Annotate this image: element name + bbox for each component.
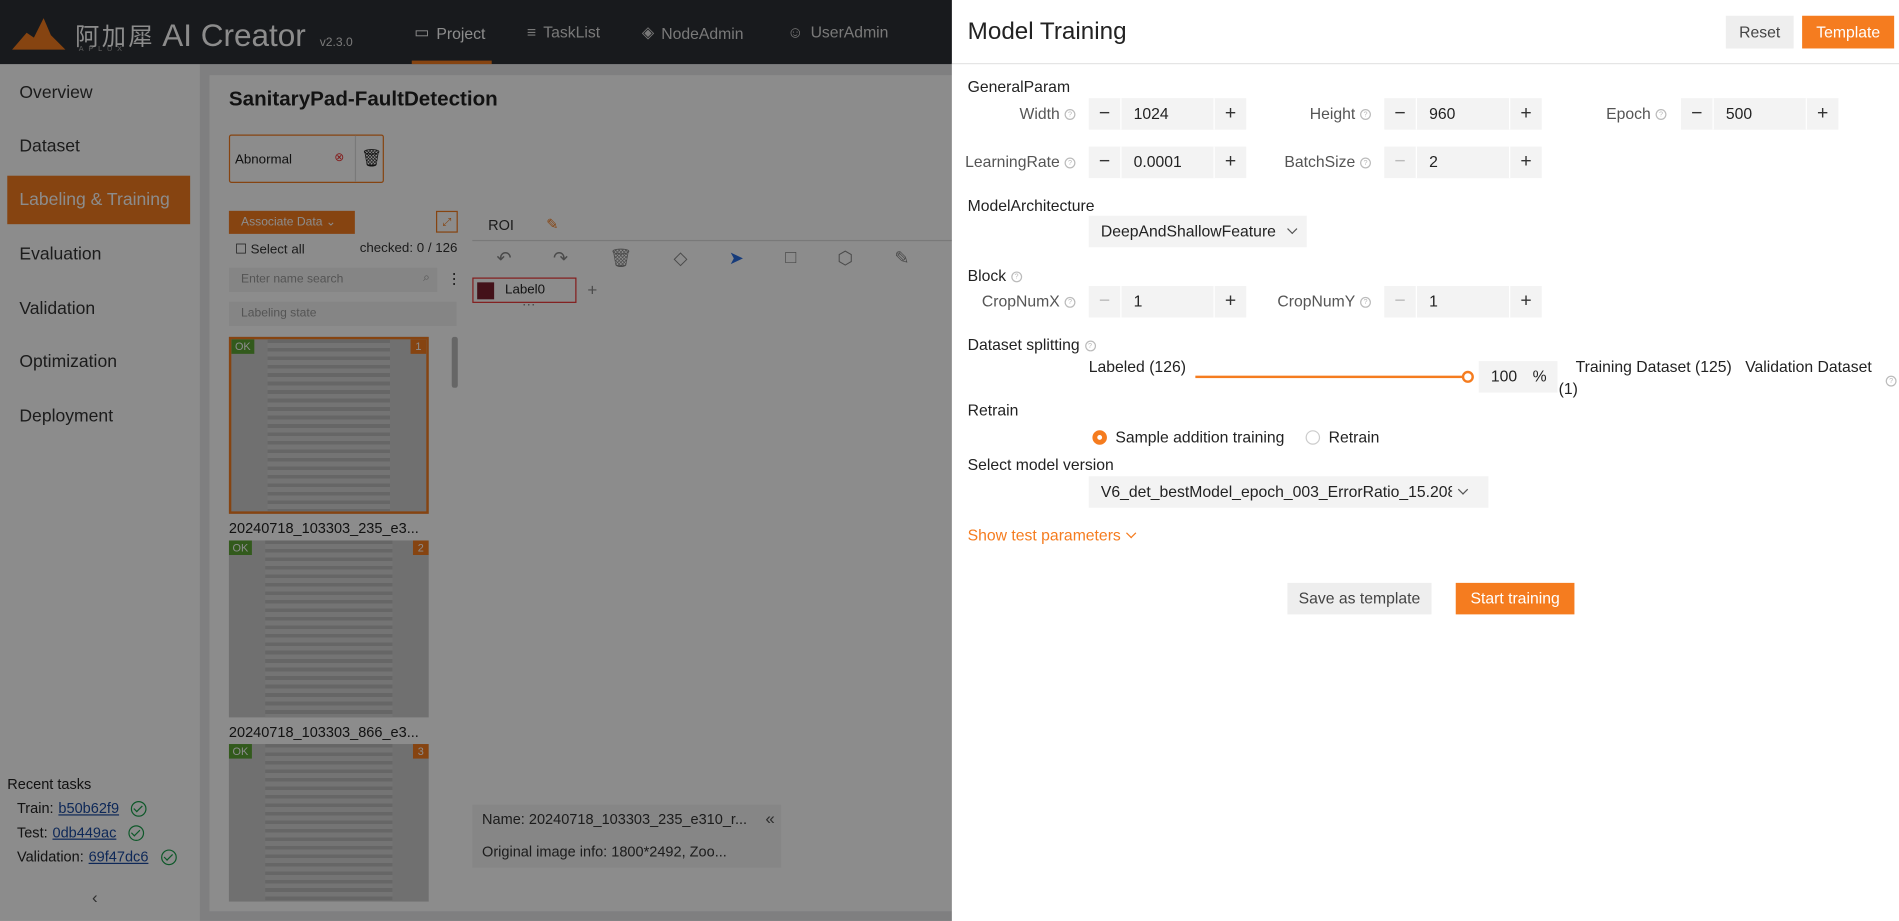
help-icon: ? bbox=[1064, 296, 1076, 308]
retrain-radio[interactable]: Retrain bbox=[1305, 428, 1379, 446]
cropnumx-value[interactable]: 1 bbox=[1120, 285, 1215, 318]
learning-rate-stepper[interactable]: −0.0001 + bbox=[1088, 146, 1247, 179]
block-heading: Block? bbox=[968, 267, 1022, 285]
show-test-parameters-link[interactable]: Show test parameters bbox=[968, 526, 1137, 544]
plus-icon[interactable]: + bbox=[1215, 103, 1246, 125]
plus-icon[interactable]: + bbox=[1510, 151, 1541, 173]
model-architecture-heading: ModelArchitecture bbox=[967, 196, 1095, 215]
template-button[interactable]: Template bbox=[1802, 15, 1895, 49]
width-value[interactable]: 1024 bbox=[1120, 98, 1215, 130]
split-value[interactable]: 100 bbox=[1491, 367, 1517, 385]
chevron-down-icon bbox=[1457, 484, 1469, 495]
help-icon: ? bbox=[1360, 109, 1371, 121]
minus-icon[interactable]: − bbox=[1384, 291, 1415, 313]
help-icon: ? bbox=[1360, 157, 1371, 169]
minus-icon[interactable]: − bbox=[1384, 103, 1415, 125]
plus-icon[interactable]: + bbox=[1215, 291, 1246, 313]
dataset-splitting-heading: Dataset splitting? bbox=[968, 336, 1096, 354]
width-label: Width? bbox=[969, 104, 1076, 122]
modal-overlay[interactable] bbox=[0, 0, 952, 921]
help-icon: ? bbox=[1064, 157, 1076, 169]
minus-icon[interactable]: − bbox=[1089, 151, 1120, 173]
height-stepper[interactable]: −960 + bbox=[1384, 98, 1542, 130]
select-model-version-heading: Select model version bbox=[967, 455, 1114, 474]
labeled-count: Labeled (126) bbox=[1088, 357, 1186, 376]
validation-dataset-count: (1) bbox=[1558, 379, 1578, 398]
cropnumx-stepper[interactable]: −1 + bbox=[1088, 285, 1247, 318]
cropnumx-label: CropNumX? bbox=[957, 292, 1076, 310]
retrain-heading: Retrain bbox=[967, 401, 1019, 420]
split-input[interactable]: 100% bbox=[1478, 361, 1558, 393]
general-param-heading: GeneralParam bbox=[967, 77, 1071, 96]
start-training-button[interactable]: Start training bbox=[1455, 582, 1575, 615]
help-icon: ? bbox=[1360, 296, 1371, 308]
minus-icon[interactable]: − bbox=[1089, 103, 1120, 125]
split-unit: % bbox=[1532, 367, 1547, 386]
plus-icon[interactable]: + bbox=[1807, 103, 1838, 125]
minus-icon[interactable]: − bbox=[1384, 151, 1415, 173]
help-icon: ? bbox=[1881, 370, 1897, 389]
height-label: Height? bbox=[1260, 104, 1371, 122]
help-icon: ? bbox=[1064, 109, 1076, 121]
split-slider-handle[interactable] bbox=[1461, 370, 1474, 383]
panel-title: Model Training bbox=[967, 18, 1127, 45]
training-dataset-count: Training Dataset (125) bbox=[1575, 357, 1732, 376]
cropnumy-stepper[interactable]: −1 + bbox=[1384, 285, 1542, 318]
epoch-stepper[interactable]: −500 + bbox=[1681, 98, 1839, 130]
reset-button[interactable]: Reset bbox=[1725, 15, 1794, 49]
epoch-label: Epoch? bbox=[1562, 104, 1667, 122]
cropnumy-label: CropNumY? bbox=[1260, 292, 1371, 310]
learning-rate-value[interactable]: 0.0001 bbox=[1120, 146, 1215, 179]
cropnumy-value[interactable]: 1 bbox=[1415, 285, 1511, 318]
radio-checked-icon bbox=[1092, 430, 1107, 445]
plus-icon[interactable]: + bbox=[1510, 291, 1541, 313]
epoch-value[interactable]: 500 bbox=[1712, 98, 1807, 130]
chevron-down-icon bbox=[1286, 223, 1297, 235]
validation-dataset-label: Validation Dataset bbox=[1745, 357, 1872, 376]
batch-size-stepper[interactable]: −2 + bbox=[1384, 146, 1542, 179]
radio-unchecked-icon bbox=[1305, 430, 1321, 445]
batch-size-value[interactable]: 2 bbox=[1415, 146, 1511, 179]
minus-icon[interactable]: − bbox=[1681, 103, 1712, 125]
chevron-down-icon bbox=[1126, 528, 1137, 539]
sample-addition-radio[interactable]: Sample addition training bbox=[1092, 428, 1284, 446]
plus-icon[interactable]: + bbox=[1510, 103, 1541, 125]
help-icon: ? bbox=[1084, 340, 1096, 352]
learning-rate-label: LearningRate? bbox=[957, 153, 1076, 171]
model-architecture-select[interactable]: DeepAndShallowFeature bbox=[1088, 215, 1307, 248]
minus-icon[interactable]: − bbox=[1089, 291, 1120, 313]
header-divider bbox=[951, 63, 1899, 65]
model-version-select[interactable]: V6_det_bestModel_epoch_003_ErrorRatio_15… bbox=[1088, 476, 1489, 508]
plus-icon[interactable]: + bbox=[1215, 151, 1246, 173]
save-as-template-button[interactable]: Save as template bbox=[1287, 582, 1432, 615]
help-icon: ? bbox=[1655, 109, 1667, 121]
help-icon: ? bbox=[1011, 271, 1022, 283]
width-stepper[interactable]: −1024 + bbox=[1088, 98, 1247, 130]
height-value[interactable]: 960 bbox=[1415, 98, 1511, 130]
batch-size-label: BatchSize? bbox=[1260, 153, 1371, 171]
split-slider-track[interactable] bbox=[1195, 375, 1470, 379]
